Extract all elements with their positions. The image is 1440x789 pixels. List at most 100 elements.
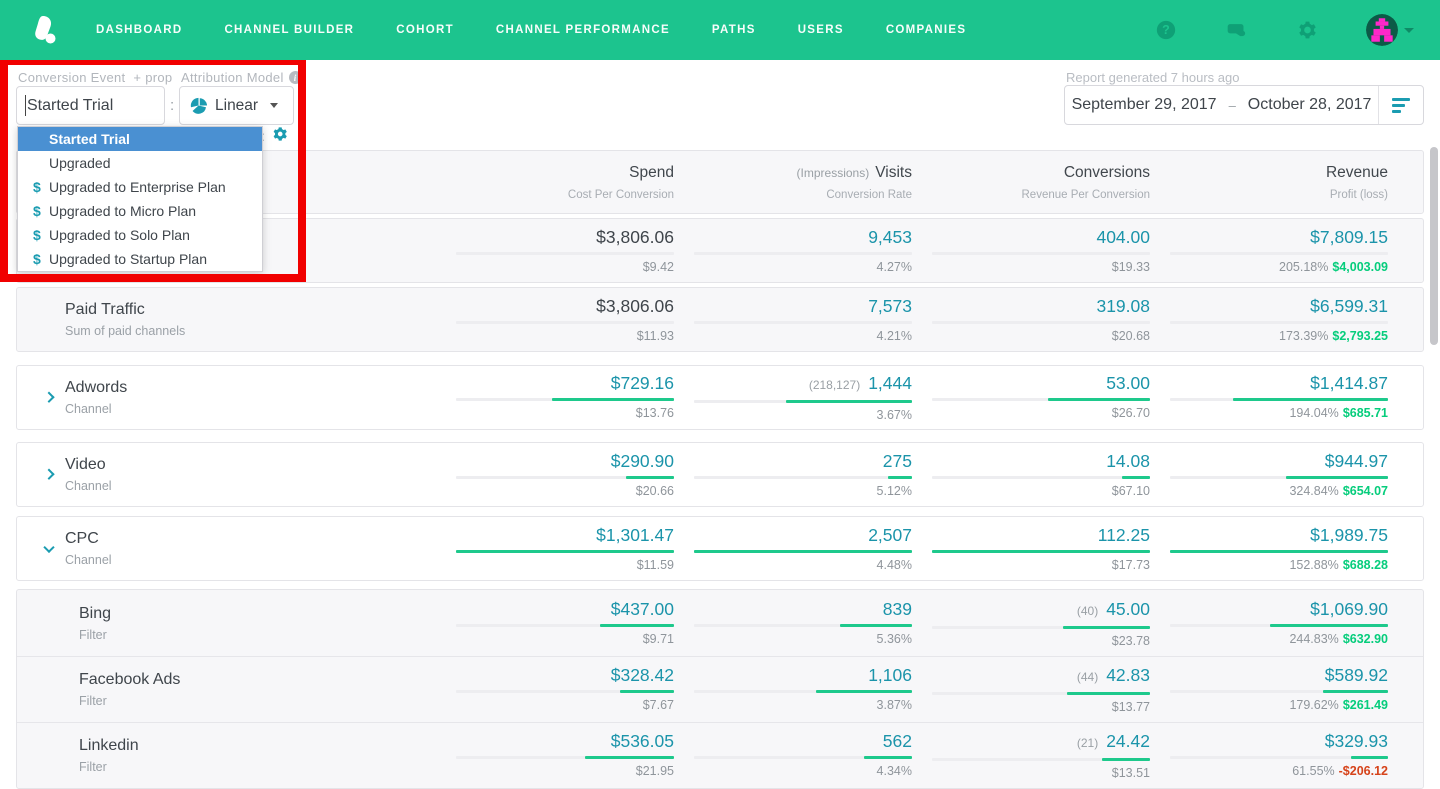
scrollbar-thumb[interactable]	[1430, 147, 1438, 345]
metric-value[interactable]: 53.00	[1106, 373, 1150, 393]
nav-item-dashboard[interactable]: DASHBOARD	[96, 24, 182, 36]
metric-cell: (40) 45.00 $23.78	[932, 599, 1150, 648]
metric-value[interactable]: $1,989.75	[1310, 525, 1388, 545]
menu-item-label: Upgraded to Micro Plan	[49, 203, 197, 219]
help-icon[interactable]: ?	[1156, 20, 1176, 40]
settings-icon[interactable]	[1296, 20, 1316, 40]
nav-item-companies[interactable]: COMPANIES	[886, 24, 967, 36]
nav-item-channel-performance[interactable]: CHANNEL PERFORMANCE	[496, 24, 670, 36]
metric-value[interactable]: $589.92	[1325, 665, 1388, 685]
metric-subvalue: $67.10	[1111, 484, 1150, 498]
metric-value[interactable]: $328.42	[611, 665, 674, 685]
metric-value[interactable]: $329.93	[1325, 731, 1388, 751]
metric-value[interactable]: $1,301.47	[596, 525, 674, 545]
profit-value: $2,793.25	[1332, 329, 1388, 343]
conversion-event-input[interactable]	[16, 86, 165, 125]
metric-value[interactable]: 839	[883, 599, 912, 619]
metric-value[interactable]: 7,573	[868, 296, 912, 316]
metric-value[interactable]: 42.83	[1106, 665, 1150, 685]
money-event-icon: $	[33, 227, 41, 243]
date-presets-icon[interactable]	[1378, 86, 1423, 124]
metric-value[interactable]: $6,599.31	[1310, 296, 1388, 316]
metric-value[interactable]: 112.25	[1098, 525, 1150, 545]
column-subtitle: Revenue Per Conversion	[1021, 188, 1151, 201]
metric-subvalue: $19.33	[1111, 260, 1150, 274]
metric-bar	[932, 550, 1150, 553]
metric-subvalue: 4.21%	[876, 329, 912, 343]
metric-prefix: (218,127)	[808, 378, 861, 392]
menu-item-upgraded[interactable]: Upgraded	[18, 151, 262, 175]
metric-value[interactable]: 275	[883, 451, 912, 471]
menu-item-started-trial[interactable]: Started Trial	[18, 127, 262, 151]
metric-bar	[694, 252, 912, 255]
column-header-spend[interactable]: Spend Cost Per Conversion	[456, 164, 674, 201]
column-header-visits[interactable]: (Impressions) Visits Conversion Rate	[694, 164, 912, 201]
table-row-bing[interactable]: Bing Filter $437.00 $9.71 839 5.36% (40) 45.00 $…	[17, 590, 1423, 656]
user-avatar[interactable]	[1366, 14, 1398, 46]
profit-percent: 324.84%	[1289, 484, 1339, 498]
chevron-down-icon[interactable]	[1404, 27, 1414, 33]
row-cells: $3,806.06 $9.42 9,453 4.27% 404.00 $19.33 $7,8…	[456, 227, 1423, 274]
metric-bar	[1170, 550, 1388, 553]
metric-value[interactable]: 2,507	[868, 525, 912, 545]
metric-prefix: (44)	[1076, 670, 1099, 684]
chevron-down-icon[interactable]	[43, 541, 55, 553]
metric-value[interactable]: 24.42	[1106, 731, 1150, 751]
nav-item-paths[interactable]: PATHS	[712, 24, 756, 36]
metric-value[interactable]: 1,444	[868, 373, 912, 393]
menu-item-upgraded-to-solo-plan[interactable]: $ Upgraded to Solo Plan	[18, 223, 262, 247]
table-row-adwords[interactable]: Adwords Channel $729.16 $13.76 (218,127) 1,44…	[17, 366, 1423, 429]
metric-cell: $1,301.47 $11.59	[456, 525, 674, 572]
column-header-conversions[interactable]: Conversions Revenue Per Conversion	[932, 164, 1151, 201]
chat-icon[interactable]	[1226, 20, 1246, 40]
metric-value: $3,806.06	[596, 296, 674, 316]
table-row-paid-traffic[interactable]: Paid Traffic Sum of paid channels $3,806.0…	[17, 288, 1423, 351]
metric-value[interactable]: $7,809.15	[1310, 227, 1388, 247]
menu-item-upgraded-to-micro-plan[interactable]: $ Upgraded to Micro Plan	[18, 199, 262, 223]
table-row-cpc[interactable]: CPC Channel $1,301.47 $11.59 2,507 4.48% 112.2…	[17, 517, 1423, 580]
metric-value[interactable]: $536.05	[611, 731, 674, 751]
metric-value[interactable]: 9,453	[868, 227, 912, 247]
table-row-video[interactable]: Video Channel $290.90 $20.66 275 5.12% 14.08 $6…	[17, 443, 1423, 506]
metric-value[interactable]: $290.90	[611, 451, 674, 471]
chevron-right-icon[interactable]	[43, 391, 55, 403]
metric-bar	[456, 756, 674, 759]
metric-value[interactable]: $1,414.87	[1310, 373, 1388, 393]
metric-value[interactable]: 562	[883, 731, 912, 751]
table-row-linkedin[interactable]: Linkedin Filter $536.05 $21.95 562 4.34% (21) 2…	[17, 722, 1423, 788]
profit-value: $654.07	[1342, 484, 1388, 498]
info-icon[interactable]: i	[288, 71, 302, 84]
metric-value[interactable]: $1,069.90	[1310, 599, 1388, 619]
chevron-right-icon[interactable]	[43, 468, 55, 480]
metric-value[interactable]: 319.08	[1096, 296, 1150, 316]
metric-cell: 9,453 4.27%	[694, 227, 912, 274]
top-nav: DASHBOARD CHANNEL BUILDER COHORT CHANNEL PE…	[0, 0, 1440, 60]
date-range-picker[interactable]: September 29, 2017 – October 28, 2017	[1064, 85, 1424, 125]
metric-value[interactable]: 404.00	[1096, 227, 1150, 247]
column-header-revenue[interactable]: Revenue Profit (loss)	[1170, 164, 1388, 201]
menu-item-label: Upgraded to Startup Plan	[49, 251, 207, 267]
metric-value[interactable]: 14.08	[1106, 451, 1150, 471]
metric-value[interactable]: $944.97	[1325, 451, 1388, 471]
nav-item-users[interactable]: USERS	[798, 24, 844, 36]
attribution-model-select[interactable]: Linear	[179, 86, 294, 125]
nav-item-channel-builder[interactable]: CHANNEL BUILDER	[224, 24, 354, 36]
metric-cell: $536.05 $21.95	[456, 731, 674, 780]
menu-item-upgraded-to-startup-plan[interactable]: $ Upgraded to Startup Plan	[18, 247, 262, 271]
attribution-logo-icon[interactable]	[26, 12, 62, 48]
add-property-link[interactable]: + prop	[133, 70, 172, 85]
money-event-icon: $	[33, 251, 41, 267]
date-range-end: October 28, 2017	[1247, 96, 1372, 113]
column-settings-icon[interactable]	[271, 126, 287, 142]
nav-item-cohort[interactable]: COHORT	[396, 24, 454, 36]
metric-value[interactable]: $437.00	[611, 599, 674, 619]
menu-item-upgraded-to-enterprise-plan[interactable]: $ Upgraded to Enterprise Plan	[18, 175, 262, 199]
table-row-facebook-ads[interactable]: Facebook Ads Filter $328.42 $7.67 1,106 3.87%…	[17, 656, 1423, 722]
metric-value[interactable]: $729.16	[611, 373, 674, 393]
row-cells: $328.42 $7.67 1,106 3.87% (44) 42.83 $13.77 $58…	[456, 665, 1423, 714]
metric-bar	[1170, 252, 1388, 255]
metric-value[interactable]: 1,106	[868, 665, 912, 685]
row-name-column: Bing Filter	[17, 605, 456, 642]
metric-value: $3,806.06	[596, 227, 674, 247]
metric-value[interactable]: 45.00	[1106, 599, 1150, 619]
